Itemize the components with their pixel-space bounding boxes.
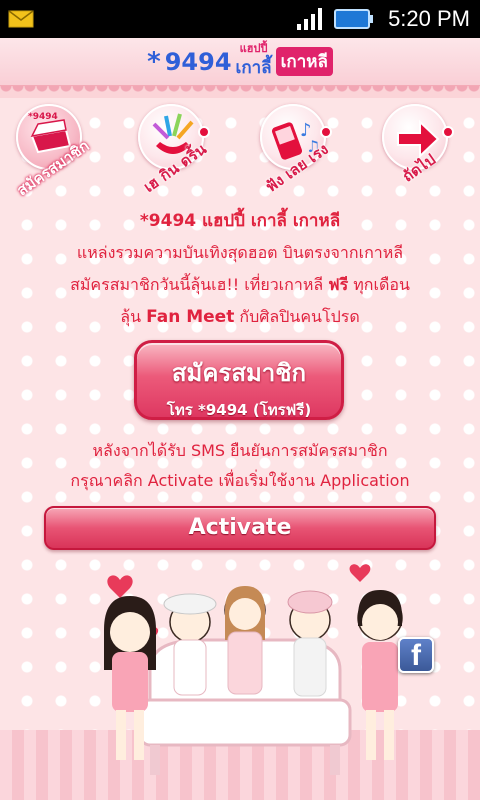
status-right: 5:20 PM xyxy=(296,0,470,38)
logo-word1: เกาลี้ xyxy=(235,57,272,78)
status-time: 5:20 PM xyxy=(388,6,470,31)
subscribe-title: สมัครสมาชิก xyxy=(171,359,307,387)
logo-word2: เกาหลี xyxy=(275,47,333,76)
intro-line-3-a: สมัครสมาชิกวันนี้ลุ้นเฮ!! เที่ยวเกาหลี xyxy=(70,275,329,294)
intro-text: *9494 แฮปปี้ เกาลี้ เกาหลี แหล่งรวมความบ… xyxy=(0,205,480,333)
header-scallop xyxy=(0,86,480,98)
app-header: * 9494 แฮปปี้ เกาลี้ เกาหลี xyxy=(0,38,480,86)
logo-small-text: แฮปปี้ xyxy=(239,41,268,55)
intro-line-4-c: กับศิลปินคนโปรด xyxy=(234,307,360,326)
intro-line-4-fanmeet: Fan Meet xyxy=(146,307,235,327)
status-bar: 5:20 PM xyxy=(0,0,480,38)
nav-bar: *9494 สมัครสมาชิก เฮ กิน ดริ้น ♪ ♫ ฟัง เ… xyxy=(0,100,480,199)
sms-info-line-2: กรุณาคลิก Activate เพื่อเริ่มใช้งาน Appl… xyxy=(70,471,410,490)
intro-line-3-free: ฟรี xyxy=(328,275,349,294)
signal-icon xyxy=(297,8,323,30)
sms-info-line-1: หลังจากได้รับ SMS ยืนยันการสมัครสมาชิก xyxy=(92,441,388,460)
subscribe-subtitle: โทร *9494 (โทรฟรี) xyxy=(166,401,312,419)
mail-icon[interactable] xyxy=(8,10,34,28)
logo-code: 9494 xyxy=(164,47,232,76)
facebook-icon[interactable]: f xyxy=(398,637,434,673)
nav-item-next[interactable]: ถัดไป xyxy=(370,100,460,192)
intro-line-4: ลุ้น Fan Meet กับศิลปินคนโปรด xyxy=(0,301,480,333)
subscribe-button[interactable]: สมัครสมาชิก โทร *9494 (โทรฟรี) xyxy=(134,340,344,420)
app-logo: * 9494 แฮปปี้ เกาลี้ เกาหลี xyxy=(147,43,333,81)
register-badge: *9494 xyxy=(28,112,58,122)
girls-sofa-illustration xyxy=(0,564,480,800)
sms-info: หลังจากได้รับ SMS ยืนยันการสมัครสมาชิก ก… xyxy=(0,436,480,496)
battery-icon xyxy=(334,9,374,29)
intro-line-3: สมัครสมาชิกวันนี้ลุ้นเฮ!! เที่ยวเกาหลี ฟ… xyxy=(0,269,480,301)
nav-item-register[interactable]: *9494 สมัครสมาชิก xyxy=(4,100,94,199)
nav-item-music[interactable]: ♪ ♫ ฟัง เลย เรง xyxy=(248,100,338,196)
intro-line-2: แหล่งรวมความบันเทิงสุดฮอต บินตรงจากเกาหล… xyxy=(76,243,404,262)
nav-item-party[interactable]: เฮ กิน ดริ้น xyxy=(126,100,216,196)
intro-title: *9494 แฮปปี้ เกาลี้ เกาหลี xyxy=(139,211,341,231)
activate-button[interactable]: Activate xyxy=(44,506,436,550)
logo-star: * xyxy=(147,46,161,77)
logo-wordmark: แฮปปี้ เกาลี้ xyxy=(236,43,272,81)
intro-line-3-c: ทุกเดือน xyxy=(348,275,410,294)
intro-line-4-a: ลุ้น xyxy=(120,307,147,326)
